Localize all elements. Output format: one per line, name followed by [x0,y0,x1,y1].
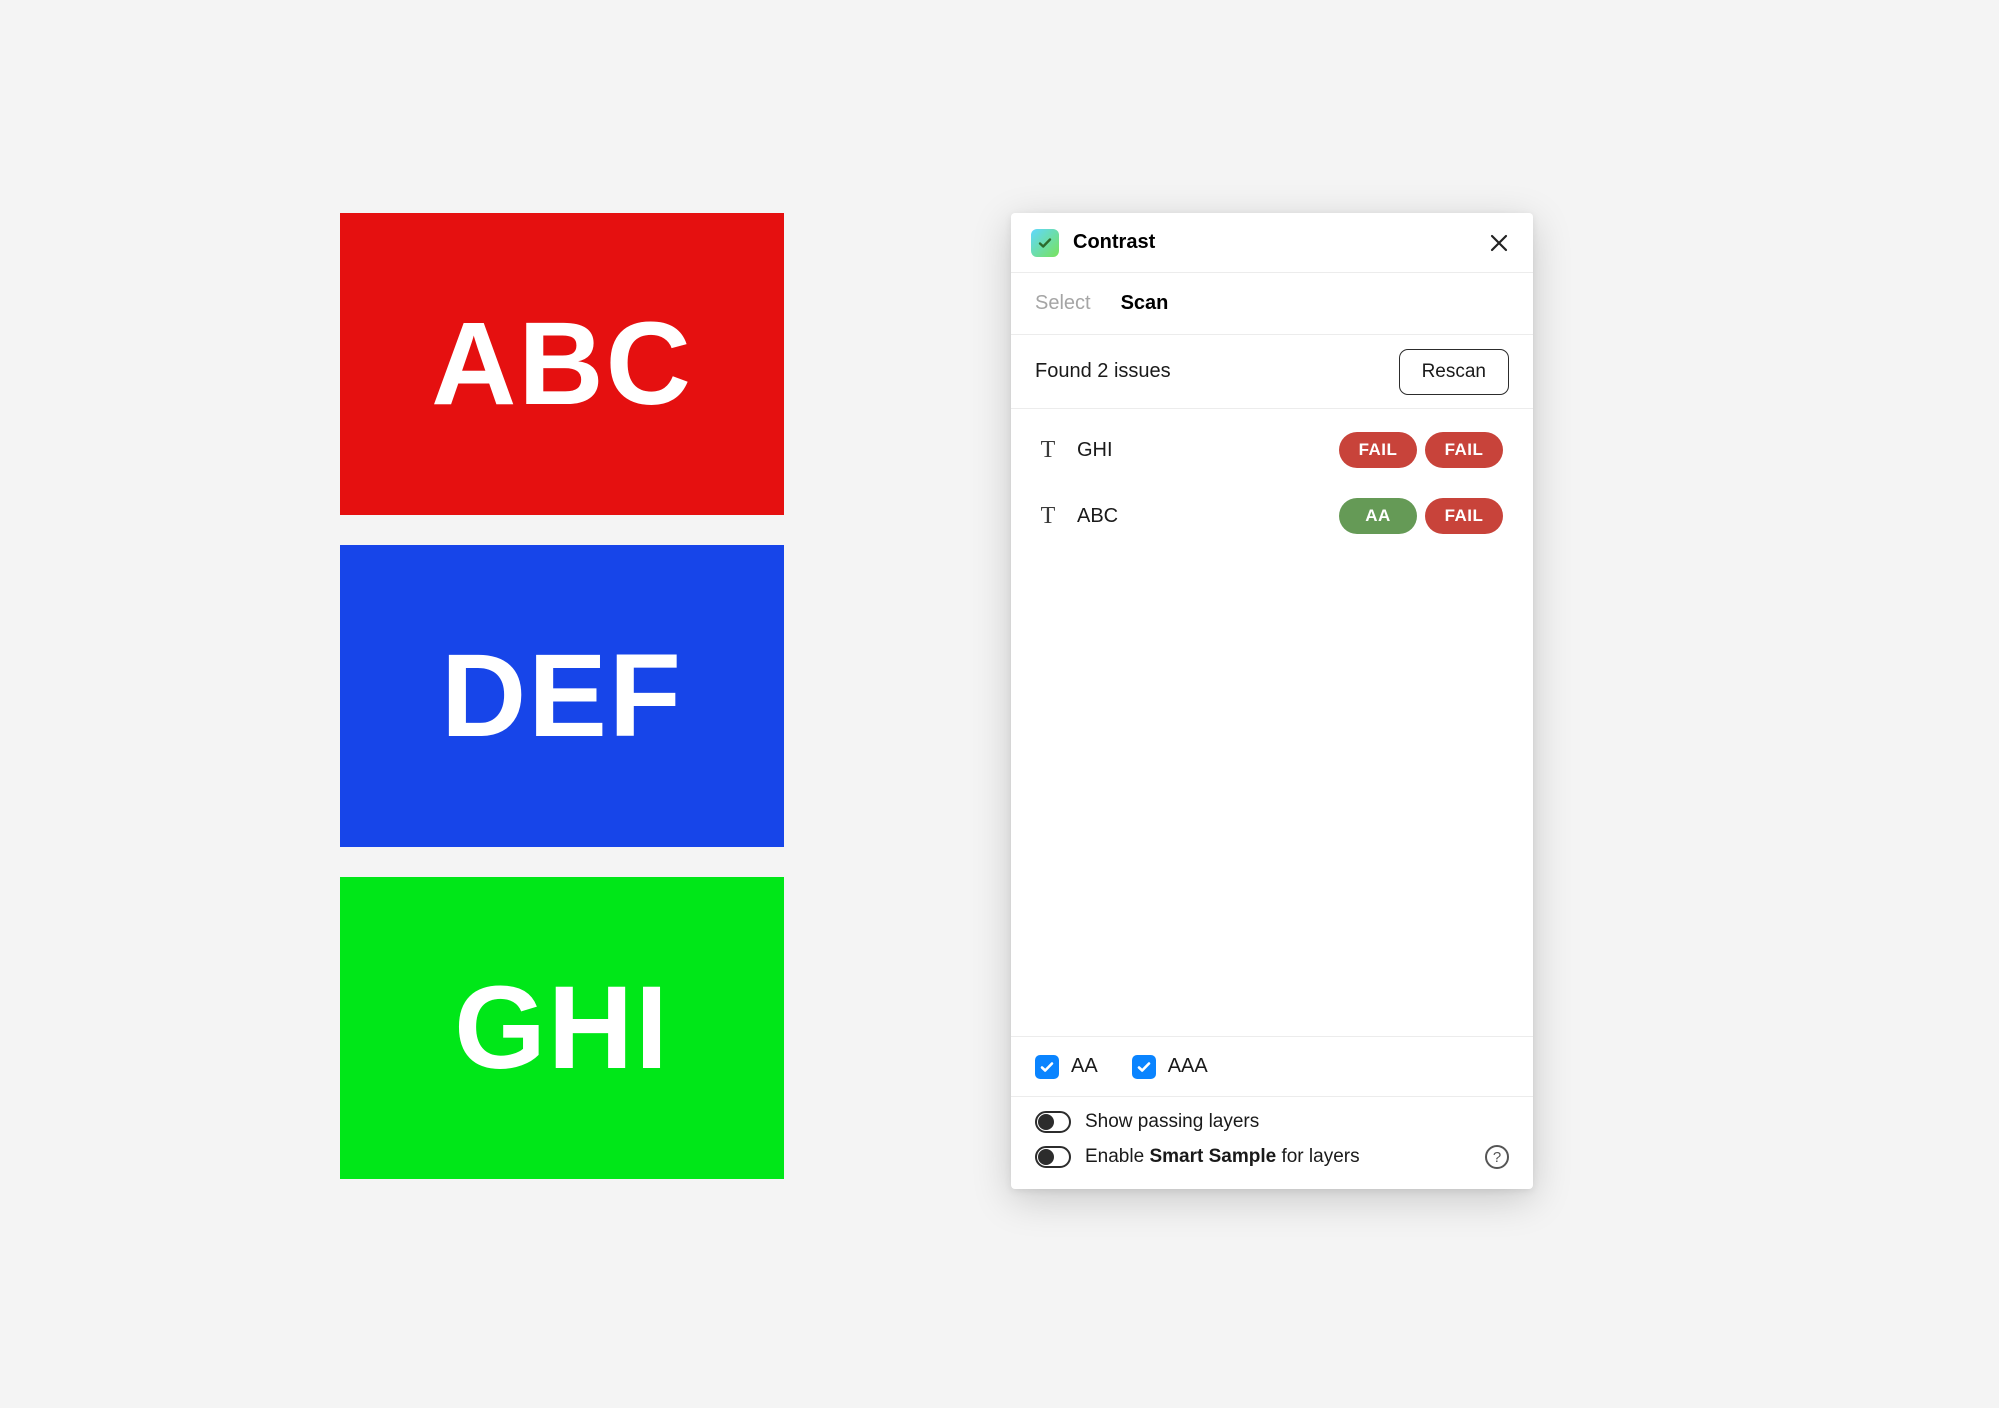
show-passing-option: Show passing layers [1035,1111,1509,1133]
text-layer-icon: T [1035,437,1061,463]
swatch-text: DEF [441,628,683,764]
swatch-def[interactable]: DEF [340,545,784,847]
scrollbar[interactable] [1526,409,1533,1036]
result-row-abc[interactable]: T ABC AA FAIL [1011,483,1527,549]
result-badges: FAIL FAIL [1339,432,1503,468]
smart-sample-bold: Smart Sample [1149,1146,1276,1167]
result-row-ghi[interactable]: T GHI FAIL FAIL [1011,417,1527,483]
aaa-badge: FAIL [1425,498,1503,534]
show-passing-label: Show passing layers [1085,1111,1509,1133]
level-filters: AA AAA [1011,1037,1533,1097]
canvas-swatches: ABC DEF GHI [340,213,784,1179]
aa-badge: AA [1339,498,1417,534]
tab-select[interactable]: Select [1035,292,1091,315]
panel-tabs: Select Scan [1011,273,1533,335]
help-icon[interactable]: ? [1485,1145,1509,1169]
smart-sample-label: Enable Smart Sample for layers [1085,1146,1471,1168]
result-label: GHI [1077,439,1323,462]
close-button[interactable] [1485,229,1513,257]
swatch-text: GHI [454,960,670,1096]
contrast-app-icon [1031,229,1059,257]
panel-title: Contrast [1073,231,1471,254]
checkbox-checked-icon [1132,1055,1156,1079]
show-passing-toggle[interactable] [1035,1111,1071,1133]
panel-options: Show passing layers Enable Smart Sample … [1011,1097,1533,1189]
aa-badge: FAIL [1339,432,1417,468]
panel-header: Contrast [1011,213,1533,273]
text-layer-icon: T [1035,503,1061,529]
aaa-label: AAA [1168,1055,1208,1078]
results-list: T GHI FAIL FAIL T ABC AA FAIL [1011,409,1533,1037]
swatch-abc[interactable]: ABC [340,213,784,515]
tab-scan[interactable]: Scan [1121,292,1169,315]
aa-checkbox[interactable]: AA [1035,1055,1098,1079]
rescan-button[interactable]: Rescan [1399,349,1509,395]
issues-found-text: Found 2 issues [1035,360,1171,383]
checkbox-checked-icon [1035,1055,1059,1079]
smart-sample-option: Enable Smart Sample for layers ? [1035,1145,1509,1169]
smart-sample-prefix: Enable [1085,1146,1149,1167]
aa-label: AA [1071,1055,1098,1078]
contrast-panel: Contrast Select Scan Found 2 issues Resc… [1011,213,1533,1189]
smart-sample-suffix: for layers [1276,1146,1359,1167]
aaa-checkbox[interactable]: AAA [1132,1055,1208,1079]
scan-summary: Found 2 issues Rescan [1011,335,1533,409]
swatch-ghi[interactable]: GHI [340,877,784,1179]
swatch-text: ABC [431,296,693,432]
result-label: ABC [1077,505,1323,528]
smart-sample-toggle[interactable] [1035,1146,1071,1168]
aaa-badge: FAIL [1425,432,1503,468]
result-badges: AA FAIL [1339,498,1503,534]
